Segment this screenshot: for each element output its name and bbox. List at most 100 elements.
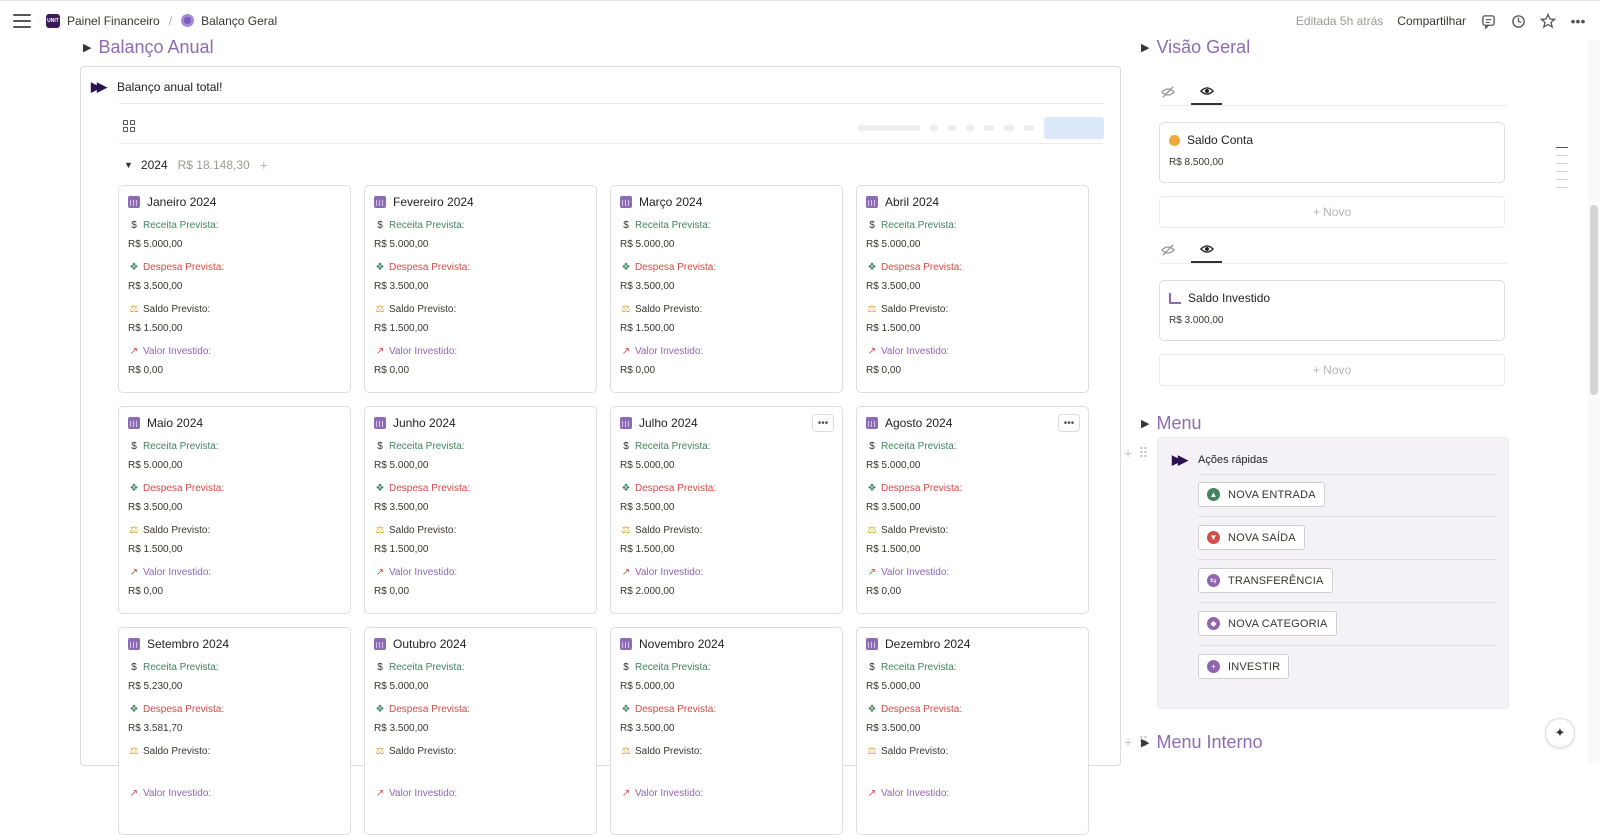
calendar-icon (374, 417, 386, 429)
toggle-arrow-icon[interactable]: ▶ (1141, 417, 1149, 430)
scrollbar[interactable] (1588, 40, 1600, 764)
group-2024[interactable]: ▼ 2024 R$ 18.148,30 + (124, 157, 268, 173)
calendar-icon (620, 196, 632, 208)
toggle-arrow-icon[interactable]: ▶ (1141, 736, 1149, 749)
receita-value: R$ 5.000,00 (374, 460, 429, 471)
card-saldo-investido[interactable]: Saldo Investido R$ 3.000,00 (1159, 280, 1505, 341)
saldo-label: ⚖ Saldo Previsto: (621, 524, 703, 536)
dollar-icon: $ (377, 219, 383, 231)
quick-action-button[interactable]: ▲ NOVA ENTRADA (1198, 482, 1325, 507)
gallery-view-icon[interactable] (123, 120, 136, 132)
divider (1198, 645, 1495, 646)
dollar-icon: $ (131, 219, 137, 231)
receita-label: $ Receita Prevista: (866, 660, 1079, 674)
investido-value: R$ 0,00 (866, 586, 902, 597)
hidden-eye-icon[interactable] (1159, 237, 1177, 263)
eye-icon[interactable] (1191, 79, 1222, 105)
trend-chart-icon: ↗ (621, 566, 631, 578)
add-icon[interactable]: + (260, 157, 268, 173)
breadcrumb-item-painel[interactable]: Painel Financeiro (67, 14, 160, 28)
comment-icon[interactable] (1480, 13, 1496, 29)
card-title: Saldo Investido (1188, 291, 1271, 305)
card-title: Março 2024 (639, 195, 703, 209)
scrollbar-thumb[interactable] (1590, 205, 1598, 395)
favorite-star-icon[interactable] (1540, 13, 1556, 29)
new-row-button[interactable]: + Novo (1159, 196, 1505, 228)
quick-action-button[interactable]: ⇆ TRANSFERÊNCIA (1198, 568, 1333, 593)
ai-sparkle-icon[interactable]: ✦ (1545, 718, 1575, 748)
saldo-label: ⚖ Saldo Previsto: (129, 745, 211, 757)
receita-value: R$ 5.000,00 (128, 239, 183, 250)
quick-action-button[interactable]: ▼ NOVA SAÍDA (1198, 525, 1305, 550)
saldo-label: ⚖ Saldo Previsto: (621, 745, 703, 757)
despesa-value: R$ 3.500,00 (866, 502, 921, 513)
toggle-arrow-icon[interactable]: ▶ (1141, 41, 1149, 54)
button-label: TRANSFERÊNCIA (1228, 574, 1324, 587)
money-wings-icon: ❖ (621, 261, 631, 273)
new-row-button[interactable]: + Novo (1159, 354, 1505, 386)
scale-icon: ⚖ (375, 745, 385, 757)
month-card[interactable]: Novembro 2024 $ Receita Prevista: R$ 5.000,… (610, 627, 843, 835)
month-card[interactable]: Dezembro 2024 $ Receita Prevista: R$ 5.000,… (856, 627, 1089, 835)
investido-value: R$ 0,00 (128, 365, 164, 376)
saldo-label: ⚖ Saldo Previsto: (867, 745, 949, 757)
month-card[interactable]: Março 2024 $ Receita Prevista: R$ 5.000,00 ❖… (610, 185, 843, 393)
quick-action-button[interactable]: + INVESTIR (1198, 654, 1290, 679)
month-card[interactable]: Setembro 2024 $ Receita Prevista: R$ 5.230,… (118, 627, 351, 835)
card-title: Setembro 2024 (147, 637, 230, 651)
month-card[interactable]: ••• Julho 2024 $ Receita Prevista: R$ 5.000,… (610, 406, 843, 614)
saldo-value: R$ 1.500,00 (620, 323, 675, 334)
section-title: Balanço Anual (98, 37, 214, 57)
trend-chart-icon: ↗ (867, 787, 877, 799)
dollar-icon: $ (869, 219, 875, 231)
scale-icon: ⚖ (621, 745, 631, 757)
section-menu: ▶ Menu (1141, 413, 1202, 434)
trend-chart-icon: ↗ (867, 566, 877, 578)
card-options-button[interactable]: ••• (1058, 414, 1080, 432)
month-card[interactable]: Outubro 2024 $ Receita Prevista: R$ 5.000,0… (364, 627, 597, 835)
saldo-label: ⚖ Saldo Previsto: (867, 524, 949, 536)
dollar-icon: $ (377, 440, 383, 452)
despesa-label: ❖ Despesa Prevista: (867, 261, 963, 273)
block-handles[interactable]: + ⠿ (1124, 445, 1148, 462)
despesa-value: R$ 3.581,70 (128, 723, 183, 734)
page-outline-minimap[interactable] (1556, 147, 1568, 188)
new-record-button[interactable] (1044, 117, 1104, 139)
despesa-label: ❖ Despesa Prevista: (129, 703, 225, 715)
scale-icon: ⚖ (375, 303, 385, 315)
month-card[interactable]: Junho 2024 $ Receita Prevista: R$ 5.000,00 ❖… (364, 406, 597, 614)
breadcrumb-separator: / (168, 13, 173, 28)
history-clock-icon[interactable] (1510, 13, 1526, 29)
quick-action-button[interactable]: ◆ NOVA CATEGORIA (1198, 611, 1337, 636)
month-card[interactable]: Fevereiro 2024 $ Receita Prevista: R$ 5.000… (364, 185, 597, 393)
saldo-value (374, 765, 587, 779)
more-options-icon[interactable]: ••• (1570, 13, 1586, 29)
breadcrumb-item-balanco[interactable]: Balanço Geral (201, 14, 277, 28)
eye-icon[interactable] (1191, 237, 1222, 263)
month-card[interactable]: Janeiro 2024 $ Receita Prevista: R$ 5.000,0… (118, 185, 351, 393)
month-card[interactable]: Abril 2024 $ Receita Prevista: R$ 5.000,00 ❖… (856, 185, 1089, 393)
month-card[interactable]: Maio 2024 $ Receita Prevista: R$ 5.000,00 ❖ D… (118, 406, 351, 614)
share-button[interactable]: Compartilhar (1397, 14, 1466, 28)
calendar-icon (374, 196, 386, 208)
calendar-icon (866, 196, 878, 208)
collapse-triangle-icon[interactable]: ▼ (124, 160, 133, 170)
toggle-arrow-icon[interactable]: ▶ (83, 41, 91, 54)
sidebar-toggle-icon[interactable] (13, 13, 31, 28)
fast-forward-icon: ▶▶ (91, 79, 107, 94)
dollar-icon: $ (869, 661, 875, 673)
investido-label: ↗ Valor Investido: (375, 345, 458, 357)
saldo-value: R$ 1.500,00 (128, 544, 183, 555)
callout-balanco: ▶▶ Balanço anual total! ▼ 2024 R$ 18.148… (80, 66, 1121, 835)
button-label: NOVA ENTRADA (1228, 488, 1316, 501)
dollar-icon: $ (623, 440, 629, 452)
database-toolbar (858, 117, 1104, 139)
investido-label: ↗ Valor Investido: (621, 566, 704, 578)
card-saldo-conta[interactable]: Saldo Conta R$ 8.500,00 (1159, 122, 1505, 183)
card-options-button[interactable]: ••• (812, 414, 834, 432)
hidden-eye-icon[interactable] (1159, 79, 1177, 105)
month-card[interactable]: ••• Agosto 2024 $ Receita Prevista: R$ 5.000… (856, 406, 1089, 614)
despesa-value: R$ 3.500,00 (128, 502, 183, 513)
saldo-label: ⚖ Saldo Previsto: (375, 745, 457, 757)
saldo-value (620, 765, 833, 779)
